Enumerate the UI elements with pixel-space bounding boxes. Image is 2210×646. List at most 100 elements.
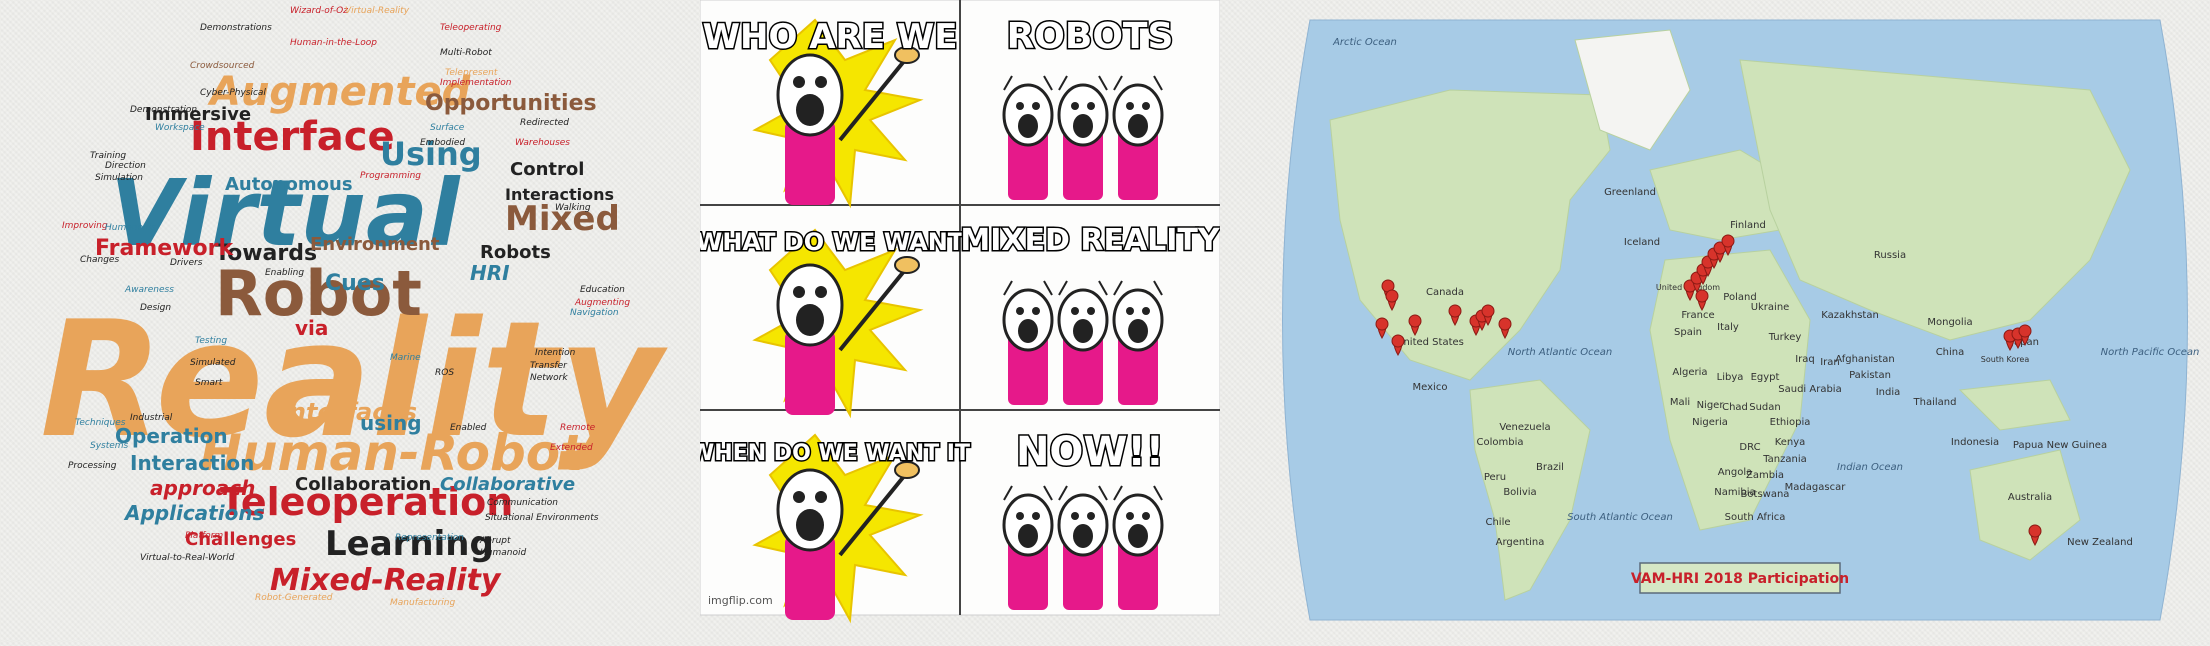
map-title: VAM-HRI 2018 Participation <box>1631 571 1849 587</box>
label-argentina: Argentina <box>1496 537 1545 548</box>
cloud-word-manufacturing: Manufacturing <box>390 598 455 608</box>
label-pakistan: Pakistan <box>1849 370 1891 381</box>
label-ukraine: Ukraine <box>1751 302 1790 313</box>
cloud-word-representation: Representation <box>395 533 464 543</box>
cloud-word-interactions: Interactions <box>505 185 614 204</box>
cloud-word-robot-generated: Robot-Generated <box>255 593 333 603</box>
label-kazakhstan: Kazakhstan <box>1821 310 1879 321</box>
meme-canvas: WHO ARE WE ROBOTS WHAT DO WE WANT MIXED … <box>689 0 1222 622</box>
cloud-word-multi-robot: Multi-Robot <box>440 48 492 58</box>
meme-watermark: imgflip.com <box>708 594 773 607</box>
cloud-word-control: Control <box>510 159 584 180</box>
cloud-word-embodied: Embodied <box>420 138 465 148</box>
cloud-word-abrupt: Abrupt <box>479 536 511 546</box>
label-north-pacific: North Pacific Ocean <box>2101 347 2200 358</box>
cloud-word-operation: Operation <box>115 424 228 448</box>
label-tanzania: Tanzania <box>1762 454 1807 465</box>
label-indian-ocean: Indian Ocean <box>1837 462 1903 473</box>
cloud-word-ros: ROS <box>435 368 454 378</box>
label-iraq: Iraq <box>1795 354 1815 365</box>
cloud-word-enabled: Enabled <box>450 423 487 433</box>
label-india: India <box>1876 387 1901 398</box>
label-turkey: Turkey <box>1768 332 1802 343</box>
label-greenland: Greenland <box>1604 187 1656 198</box>
cloud-word-learning: Learning <box>325 524 494 564</box>
cloud-word-network: Network <box>530 373 568 383</box>
cloud-word-remote: Remote <box>560 423 596 433</box>
label-drc: DRC <box>1739 442 1760 453</box>
word-cloud-canvas: Reality Virtual Robot Human-Robot Teleop… <box>40 6 668 608</box>
label-afghanistan: Afghanistan <box>1835 354 1895 365</box>
cloud-word-augmenting: Augmenting <box>574 298 630 308</box>
cloud-word-simulation: Simulation <box>95 173 143 183</box>
label-venezuela: Venezuela <box>1499 422 1550 433</box>
label-iceland: Iceland <box>1624 237 1660 248</box>
label-china: China <box>1936 347 1965 358</box>
label-australia: Australia <box>2008 492 2052 503</box>
cloud-word-via: via <box>295 316 328 340</box>
label-france: France <box>1681 310 1714 321</box>
meme-caption-robots: ROBOTS <box>1007 16 1174 57</box>
label-arctic-ocean: Arctic Ocean <box>1332 37 1397 48</box>
label-brazil: Brazil <box>1536 462 1564 473</box>
cloud-word-cyber-physical: Cyber-Physical <box>200 88 266 98</box>
word-cloud: Reality Virtual Robot Human-Robot Teleop… <box>0 0 680 641</box>
label-ethiopia: Ethiopia <box>1770 417 1811 428</box>
cloud-word-collaborative: Collaborative <box>440 474 575 495</box>
cloud-word-navigation: Navigation <box>570 308 619 318</box>
cloud-word-human-in-the-loop: Human-in-the-Loop <box>290 38 377 48</box>
meme-caption-who: WHO ARE WE <box>703 17 958 57</box>
cloud-word-humanoid: Humanoid <box>480 548 526 558</box>
cloud-word-improving: Improving <box>62 221 108 231</box>
label-chad: Chad <box>1722 402 1748 413</box>
cloud-word-robots: Robots <box>480 242 551 263</box>
label-new-zealand: New Zealand <box>2067 537 2133 548</box>
label-png: Papua New Guinea <box>2013 440 2107 451</box>
cloud-word-telepresent: Telepresent <box>445 68 498 78</box>
meme-crowd-2 <box>1002 279 1164 407</box>
label-kenya: Kenya <box>1775 437 1806 448</box>
label-colombia: Colombia <box>1477 437 1524 448</box>
world-map: Arctic Ocean Greenland Iceland Finland R… <box>1270 0 2210 641</box>
label-spain: Spain <box>1674 327 1702 338</box>
meme-grid: WHO ARE WE ROBOTS WHAT DO WE WANT MIXED … <box>689 0 1222 641</box>
cloud-word-industrial: Industrial <box>130 413 173 423</box>
label-italy: Italy <box>1717 322 1739 333</box>
cloud-word-crowdsourced: Crowdsourced <box>190 61 255 71</box>
label-thailand: Thailand <box>1913 397 1957 408</box>
label-egypt: Egypt <box>1751 372 1780 383</box>
label-madagascar: Madagascar <box>1785 482 1847 493</box>
label-south-atlantic: South Atlantic Ocean <box>1567 512 1673 523</box>
label-saudi-arabia: Saudi Arabia <box>1778 384 1841 395</box>
cloud-word-marine: Marine <box>390 353 421 363</box>
cloud-word-intention: Intention <box>535 348 576 358</box>
cloud-word-techniques: Techniques <box>75 418 126 428</box>
cloud-word-enabling: Enabling <box>265 268 304 278</box>
cloud-word-education: Education <box>580 285 625 295</box>
label-mexico: Mexico <box>1413 382 1448 393</box>
label-finland: Finland <box>1730 220 1766 231</box>
label-algeria: Algeria <box>1672 367 1707 378</box>
cloud-word-redirected: Redirected <box>520 118 569 128</box>
cloud-word-wizard-of-oz: Wizard-of-Oz <box>290 6 348 16</box>
label-south-africa: South Africa <box>1725 512 1786 523</box>
label-botswana: Botswana <box>1741 489 1790 500</box>
cloud-word-demonstrations: Demonstrations <box>200 23 272 33</box>
cloud-word-training: Training <box>90 151 126 161</box>
cloud-word-changes: Changes <box>80 255 119 265</box>
meme-caption-when: WHEN DO WE WANT IT <box>700 441 970 466</box>
cloud-word-virtual-to-real: Virtual-to-Real-World <box>140 553 235 563</box>
cloud-word-environment: Environment <box>310 234 440 255</box>
cloud-word-testing: Testing <box>195 336 227 346</box>
world-map-canvas: Arctic Ocean Greenland Iceland Finland R… <box>1282 19 2200 621</box>
label-indonesia: Indonesia <box>1951 437 1999 448</box>
meme-caption-what: WHAT DO WE WANT <box>700 228 965 256</box>
cloud-word-systems: Systems <box>90 441 129 451</box>
label-libya: Libya <box>1717 372 1744 383</box>
label-niger: Niger <box>1697 400 1725 411</box>
meme-caption-now: NOW!! <box>1016 429 1164 475</box>
cloud-word-situational-environments: Situational Environments <box>485 513 599 523</box>
cloud-word-design: Design <box>140 303 171 313</box>
cloud-word-virtual-reality-small: Virtual-Reality <box>345 6 410 16</box>
cloud-word-cues: Cues <box>325 271 385 296</box>
